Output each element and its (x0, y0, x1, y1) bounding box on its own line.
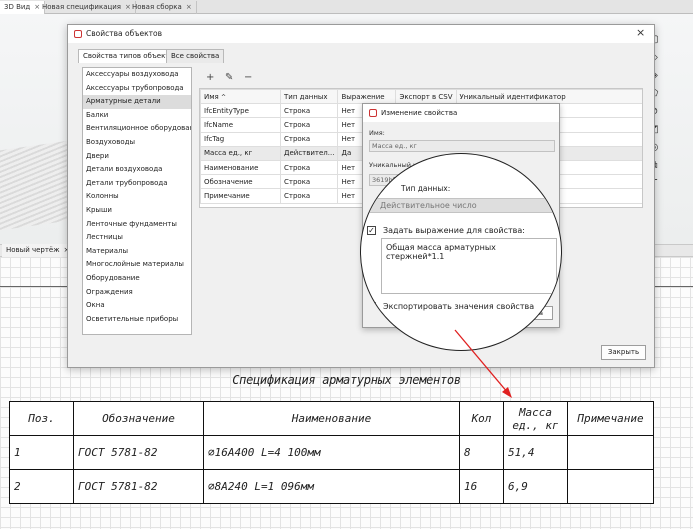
category-item[interactable]: Многослойные материалы (83, 258, 191, 272)
category-item[interactable]: Крыши (83, 204, 191, 218)
header-qty: Кол (459, 401, 504, 436)
table-header-row: Имя ^ Тип данных Выражение Экспорт в CSV… (200, 89, 642, 105)
dialog-title: Свойства объектов (86, 29, 163, 38)
category-item[interactable]: Ограждения (83, 286, 191, 300)
spec-title: Спецификация арматурных элементов (232, 373, 461, 387)
name-label: Имя: (369, 129, 385, 137)
app-logo-icon (369, 109, 377, 117)
header-note: Примечание (567, 401, 654, 436)
category-item[interactable]: Ленточные фундаменты (83, 218, 191, 232)
specification-table: Поз. Обозначение Наименование Кол Масса … (9, 401, 654, 504)
header-designation: Обозначение (73, 401, 204, 436)
type-label: Тип данных: (401, 184, 451, 193)
sort-arrow-icon: ^ (220, 93, 226, 101)
category-item[interactable]: Арматурные детали (83, 95, 191, 109)
category-item[interactable]: Осветительные приборы (83, 313, 191, 327)
category-item[interactable]: Балки (83, 109, 191, 123)
col-uid[interactable]: Уникальный идентификатор (455, 89, 642, 105)
category-item[interactable]: Детали трубопровода (83, 177, 191, 191)
magnifier-callout: Тип данных: Действительное число ✓ Задат… (360, 153, 562, 351)
tab-new-specification[interactable]: Новая спецификация × (38, 1, 136, 14)
col-expression[interactable]: Выражение (337, 89, 397, 105)
category-item[interactable]: Аксессуары трубопровода (83, 82, 191, 96)
category-item[interactable]: Вентиляционное оборудование (83, 122, 191, 136)
name-field[interactable]: Масса ед., кг (369, 140, 555, 152)
close-button[interactable]: Закрыть (601, 345, 646, 360)
table-row: 2 ГОСТ 5781-82 ⌀8А240 L=1 096мм 16 6,9 (9, 469, 654, 504)
category-item[interactable]: Оборудование (83, 272, 191, 286)
category-item[interactable]: Колонны (83, 190, 191, 204)
category-item[interactable]: Окна (83, 299, 191, 313)
dialog-titlebar: Изменение свойства (363, 104, 559, 122)
tab-new-assembly[interactable]: Новая сборка × (128, 1, 197, 14)
category-item[interactable]: Аксессуары воздуховода (83, 68, 191, 82)
col-type[interactable]: Тип данных (279, 89, 339, 105)
category-item[interactable]: Материалы (83, 245, 191, 259)
tab-new-drawing[interactable]: Новый чертёж× (2, 244, 75, 257)
dialog-titlebar: Свойства объектов × (68, 25, 654, 43)
expression-input[interactable]: Общая масса арматурных стержней*1.1 (381, 238, 557, 294)
expression-label: Задать выражение для свойства: (383, 226, 525, 235)
app-logo-icon (74, 30, 82, 38)
dialog-title: Изменение свойства (381, 109, 458, 117)
pencil-icon[interactable]: ✎ (225, 72, 233, 83)
document-tab-bar: 3D Вид × Новая спецификация × Новая сборка… (0, 0, 693, 14)
header-name: Наименование (203, 401, 460, 436)
expression-checkbox[interactable]: ✓ (367, 226, 376, 235)
tab-all-properties[interactable]: Все свойства (166, 49, 225, 63)
col-name[interactable]: Имя ^ (200, 89, 281, 105)
table-header-row: Поз. Обозначение Наименование Кол Масса … (9, 401, 654, 436)
export-checkbox[interactable] (367, 302, 376, 311)
category-item[interactable]: Детали воздуховода (83, 163, 191, 177)
header-pos: Поз. (9, 401, 74, 436)
minus-icon[interactable]: − (244, 72, 252, 83)
category-item[interactable]: Воздуховоды (83, 136, 191, 150)
table-row: 1 ГОСТ 5781-82 ⌀16А400 L=4 100мм 8 51,4 (9, 435, 654, 470)
close-icon[interactable]: × (186, 3, 192, 11)
category-item[interactable]: Лестницы (83, 231, 191, 245)
header-mass: Масса ед., кг (503, 401, 568, 436)
category-item[interactable]: Двери (83, 150, 191, 164)
plus-icon[interactable]: + (206, 72, 214, 83)
export-label: Экспортировать значения свойства (383, 302, 535, 311)
close-icon[interactable]: × (636, 26, 645, 39)
category-list[interactable]: Аксессуары воздуховода Аксессуары трубопр… (82, 67, 192, 335)
type-field[interactable]: Действительное число (367, 198, 557, 213)
col-export[interactable]: Экспорт в CSV (395, 89, 457, 105)
